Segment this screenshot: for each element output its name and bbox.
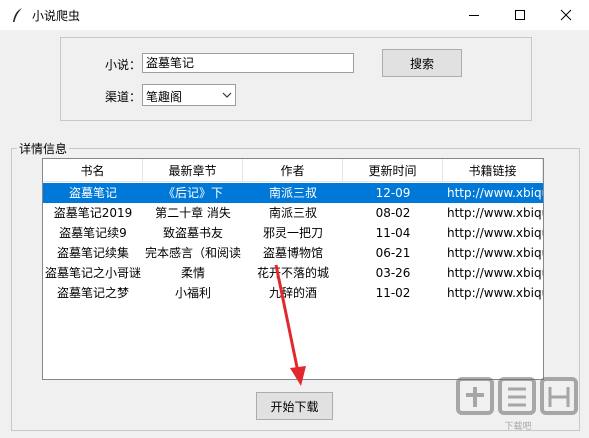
watermark-logo: 下载吧 — [452, 373, 584, 433]
svg-text:下载吧: 下载吧 — [504, 420, 531, 431]
